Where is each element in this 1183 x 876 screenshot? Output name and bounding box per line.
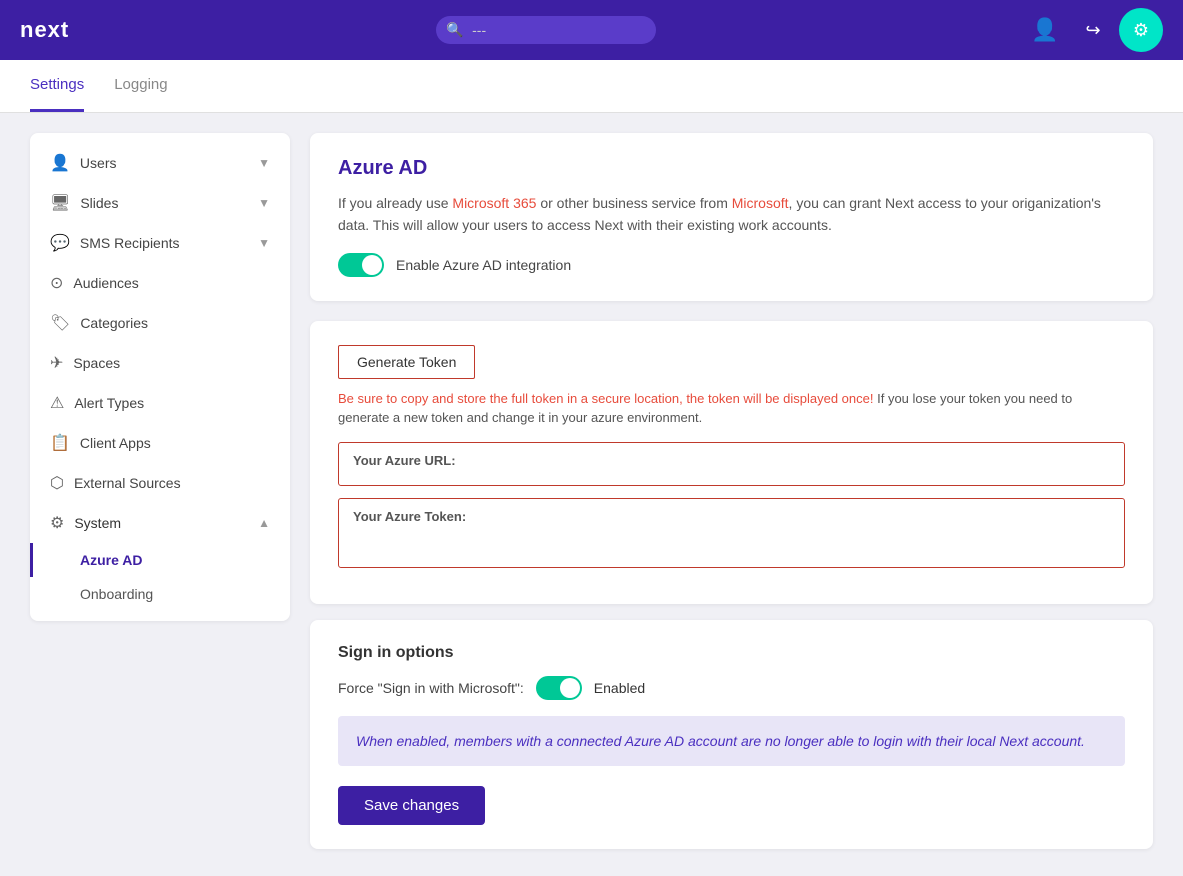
azure-url-box[interactable]: Your Azure URL: bbox=[338, 442, 1125, 486]
header-actions: 👤 ↪ ⚙ bbox=[1023, 8, 1163, 52]
sidebar-item-label: Categories bbox=[80, 315, 148, 331]
sidebar-item-client-apps[interactable]: 📋 Client Apps bbox=[30, 423, 290, 463]
categories-icon: 🏷 bbox=[50, 313, 70, 333]
client-apps-icon: 📋 bbox=[50, 433, 70, 453]
system-icon: ⚙ bbox=[50, 513, 64, 533]
azure-ad-title: Azure AD bbox=[338, 157, 1125, 180]
chevron-down-icon: ▼ bbox=[258, 196, 270, 210]
search-wrap: 🔍 bbox=[436, 16, 656, 44]
sidebar-item-label: Client Apps bbox=[80, 435, 151, 451]
search-icon: 🔍 bbox=[446, 22, 463, 39]
app-logo: next bbox=[20, 17, 69, 43]
sub-item-label: Azure AD bbox=[80, 552, 143, 568]
sidebar-item-spaces[interactable]: ✈ Spaces bbox=[30, 343, 290, 383]
sidebar-item-users[interactable]: 👤 Users ▼ bbox=[30, 143, 290, 183]
logout-button[interactable]: ↪ bbox=[1071, 8, 1115, 52]
token-card: Generate Token Be sure to copy and store… bbox=[310, 321, 1153, 604]
info-box: When enabled, members with a connected A… bbox=[338, 716, 1125, 766]
sidebar-item-label: Slides bbox=[80, 195, 118, 211]
highlight-microsoft365: Microsoft 365 bbox=[452, 195, 536, 211]
tab-bar: Settings Logging bbox=[0, 60, 1183, 113]
azure-ad-description: If you already use Microsoft 365 or othe… bbox=[338, 192, 1125, 237]
header-center: 🔍 bbox=[436, 16, 656, 44]
force-signin-toggle[interactable] bbox=[536, 676, 582, 700]
chevron-down-icon: ▼ bbox=[258, 236, 270, 250]
sidebar-sub-onboarding[interactable]: Onboarding bbox=[30, 577, 290, 611]
main-layout: 👤 Users ▼ 🖥 Slides ▼ 💬 SMS Recipients ▼ … bbox=[0, 113, 1183, 869]
sidebar-item-external-sources[interactable]: ⬡ External Sources bbox=[30, 463, 290, 503]
sidebar-item-label: Alert Types bbox=[74, 395, 144, 411]
sidebar-item-label: SMS Recipients bbox=[80, 235, 180, 251]
chevron-up-icon: ▲ bbox=[258, 516, 270, 530]
token-note: Be sure to copy and store the full token… bbox=[338, 389, 1125, 428]
chevron-down-icon: ▼ bbox=[258, 156, 270, 170]
azure-url-label: Your Azure URL: bbox=[353, 453, 456, 468]
sidebar-item-label: Spaces bbox=[73, 355, 120, 371]
toggle-label: Enable Azure AD integration bbox=[396, 257, 571, 273]
content-area: Azure AD If you already use Microsoft 36… bbox=[310, 133, 1153, 849]
sidebar-item-slides[interactable]: 🖥 Slides ▼ bbox=[30, 183, 290, 223]
slides-icon: 🖥 bbox=[50, 193, 70, 213]
search-input[interactable] bbox=[436, 16, 656, 44]
token-note-highlight: Be sure to copy and store the full token… bbox=[338, 391, 874, 406]
sign-in-title: Sign in options bbox=[338, 644, 1125, 662]
sidebar-sub-azure-ad[interactable]: Azure AD bbox=[30, 543, 290, 577]
spaces-icon: ✈ bbox=[50, 353, 63, 373]
sidebar-item-label: Audiences bbox=[73, 275, 138, 291]
sms-icon: 💬 bbox=[50, 233, 70, 253]
sidebar-item-alert-types[interactable]: ⚠ Alert Types bbox=[30, 383, 290, 423]
azure-token-field: Your Azure Token: bbox=[338, 498, 1125, 568]
enabled-label: Enabled bbox=[594, 680, 645, 696]
highlight-microsoft: Microsoft bbox=[732, 195, 789, 211]
users-icon: 👤 bbox=[50, 153, 70, 173]
sidebar: 👤 Users ▼ 🖥 Slides ▼ 💬 SMS Recipients ▼ … bbox=[30, 133, 290, 621]
settings-button[interactable]: ⚙ bbox=[1119, 8, 1163, 52]
azure-token-box[interactable]: Your Azure Token: bbox=[338, 498, 1125, 568]
sub-item-label: Onboarding bbox=[80, 586, 153, 602]
sidebar-item-label: System bbox=[74, 515, 121, 531]
sidebar-item-label: External Sources bbox=[74, 475, 181, 491]
generate-token-button[interactable]: Generate Token bbox=[338, 345, 475, 379]
audiences-icon: ⊙ bbox=[50, 273, 63, 293]
enable-toggle-row: Enable Azure AD integration bbox=[338, 253, 1125, 277]
external-sources-icon: ⬡ bbox=[50, 473, 64, 493]
azure-url-field: Your Azure URL: bbox=[338, 442, 1125, 486]
save-changes-button[interactable]: Save changes bbox=[338, 786, 485, 825]
sidebar-item-sms-recipients[interactable]: 💬 SMS Recipients ▼ bbox=[30, 223, 290, 263]
force-signin-label: Force "Sign in with Microsoft": bbox=[338, 680, 524, 696]
azure-token-label: Your Azure Token: bbox=[353, 509, 466, 524]
user-button[interactable]: 👤 bbox=[1023, 8, 1067, 52]
tab-logging[interactable]: Logging bbox=[114, 60, 167, 112]
force-signin-row: Force "Sign in with Microsoft": Enabled bbox=[338, 676, 1125, 700]
app-header: next 🔍 👤 ↪ ⚙ bbox=[0, 0, 1183, 60]
azure-ad-card: Azure AD If you already use Microsoft 36… bbox=[310, 133, 1153, 301]
sidebar-item-categories[interactable]: 🏷 Categories bbox=[30, 303, 290, 343]
sidebar-item-audiences[interactable]: ⊙ Audiences bbox=[30, 263, 290, 303]
sign-in-card: Sign in options Force "Sign in with Micr… bbox=[310, 620, 1153, 849]
sidebar-item-system[interactable]: ⚙ System ▲ bbox=[30, 503, 290, 543]
alert-icon: ⚠ bbox=[50, 393, 64, 413]
sidebar-item-label: Users bbox=[80, 155, 117, 171]
tab-settings[interactable]: Settings bbox=[30, 60, 84, 112]
azure-ad-toggle[interactable] bbox=[338, 253, 384, 277]
